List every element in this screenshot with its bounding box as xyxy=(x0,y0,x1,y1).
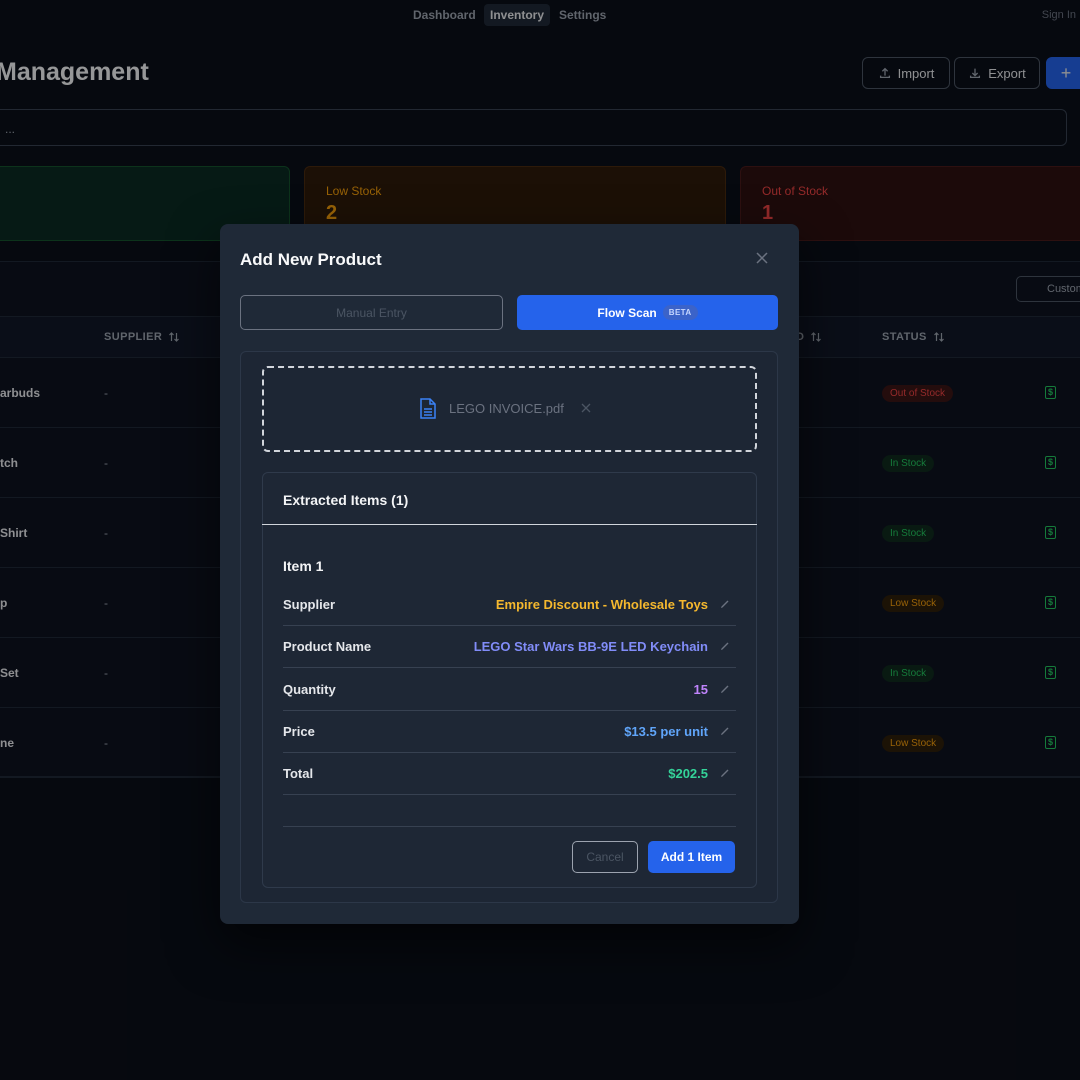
remove-file-icon[interactable] xyxy=(580,402,592,414)
modal-title: Add New Product xyxy=(240,250,382,269)
field-row: Supplier Empire Discount - Wholesale Toys xyxy=(283,584,736,626)
field-value: LEGO Star Wars BB-9E LED Keychain xyxy=(473,639,708,655)
tab-flow-scan[interactable]: Flow Scan BETA xyxy=(517,295,778,330)
pencil-icon[interactable] xyxy=(720,641,730,651)
add-items-label: Add 1 Item xyxy=(660,850,723,864)
field-label: Total xyxy=(283,766,314,782)
add-product-modal: Add New Product Manual Entry Flow Scan B… xyxy=(220,224,799,924)
field-label: Supplier xyxy=(283,597,336,612)
cancel-button[interactable]: Cancel xyxy=(572,841,638,873)
field-label: Quantity xyxy=(283,681,336,697)
pencil-icon[interactable] xyxy=(720,726,730,736)
tab-flow-label: Flow Scan xyxy=(597,305,657,320)
field-value: 15 xyxy=(693,681,708,697)
tab-manual-label: Manual Entry xyxy=(336,305,407,320)
tab-manual-entry[interactable]: Manual Entry xyxy=(240,295,503,330)
close-icon[interactable] xyxy=(754,250,770,266)
beta-badge: BETA xyxy=(662,305,698,320)
field-label: Price xyxy=(283,723,315,739)
field-value: $202.5 xyxy=(668,766,708,782)
field-row: Product Name LEGO Star Wars BB-9E LED Key… xyxy=(283,626,736,669)
field-row: Price $13.5 per unit xyxy=(283,711,736,753)
field-value: Empire Discount - Wholesale Toys xyxy=(495,597,708,612)
field-row: Total $202.5 xyxy=(283,753,736,796)
cancel-label: Cancel xyxy=(586,850,624,864)
pencil-icon[interactable] xyxy=(720,768,730,778)
extracted-items-title: Extracted Items (1) xyxy=(283,492,409,508)
pencil-icon[interactable] xyxy=(720,599,730,609)
field-value: $13.5 per unit xyxy=(624,723,708,739)
footer-divider xyxy=(283,826,736,827)
pencil-icon[interactable] xyxy=(720,684,730,694)
field-row: Quantity 15 xyxy=(283,669,736,711)
item-title: Item 1 xyxy=(283,558,324,574)
field-label: Product Name xyxy=(283,639,372,655)
document-icon xyxy=(420,398,436,419)
uploaded-file-name: LEGO INVOICE.pdf xyxy=(449,401,564,416)
add-items-button[interactable]: Add 1 Item xyxy=(648,841,735,873)
